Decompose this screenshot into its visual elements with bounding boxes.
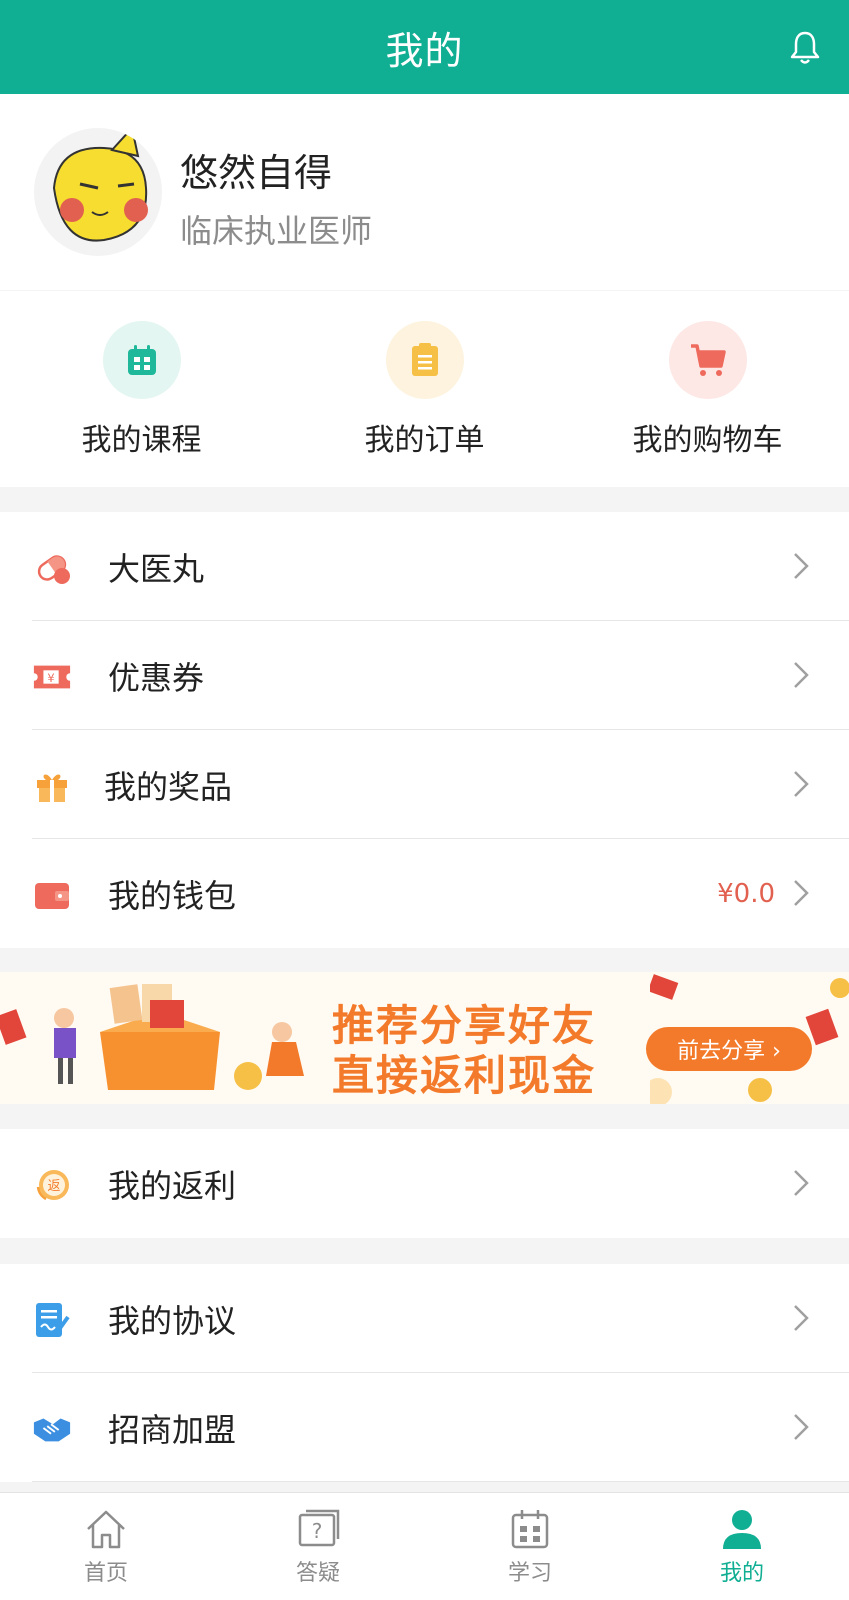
home-icon	[87, 1510, 125, 1549]
chevron-right-icon	[794, 1414, 809, 1440]
banner-subheadline: 直接返利现金	[332, 1051, 597, 1100]
user-name: 悠然自得	[180, 151, 333, 195]
menu-item-pills[interactable]: 大医丸	[0, 512, 849, 621]
chevron-right-icon	[794, 1170, 809, 1196]
clipboard-icon	[385, 321, 464, 399]
menu-item-label: 我的奖品	[104, 767, 233, 806]
menu-group-other: 我的协议 招商加盟	[0, 1264, 849, 1482]
question-icon: ?	[298, 1509, 340, 1547]
menu-group-assets: 大医丸 ¥ 优惠券 我的奖品 我的钱包 ¥0.0	[0, 512, 849, 948]
menu-item-agreement[interactable]: 我的协议	[0, 1264, 849, 1373]
menu-item-label: 我的钱包	[108, 876, 237, 915]
divider	[32, 1481, 849, 1482]
bell-icon[interactable]	[789, 30, 821, 66]
top-bar: 我的	[0, 0, 849, 94]
menu-item-rebate[interactable]: 返 我的返利	[0, 1129, 849, 1238]
cart-icon	[668, 321, 747, 399]
tab-qa[interactable]: ? 答疑	[212, 1493, 424, 1600]
calendar-icon	[102, 321, 181, 399]
my-orders-button[interactable]: 我的订单	[283, 321, 566, 471]
tab-label: 我的	[719, 1561, 764, 1586]
my-cart-label: 我的购物车	[632, 423, 783, 458]
tab-home[interactable]: 首页	[0, 1493, 212, 1600]
pill-icon	[32, 548, 72, 588]
my-courses-button[interactable]: 我的课程	[0, 321, 283, 471]
avatar[interactable]	[34, 128, 162, 256]
svg-text:¥: ¥	[47, 671, 54, 685]
tab-mine[interactable]: 我的	[636, 1493, 848, 1600]
wallet-balance: ¥0.0	[717, 878, 775, 909]
menu-item-label: 我的返利	[108, 1166, 237, 1205]
menu-item-franchise[interactable]: 招商加盟	[0, 1373, 849, 1482]
wallet-icon	[32, 875, 72, 915]
menu-item-prizes[interactable]: 我的奖品	[0, 730, 849, 839]
handshake-icon	[32, 1409, 72, 1449]
gift-icon	[32, 766, 72, 806]
menu-item-label: 我的协议	[108, 1301, 237, 1340]
chevron-right-icon	[794, 1305, 809, 1331]
profile-card[interactable]: 悠然自得 临床执业医师	[0, 94, 849, 290]
my-orders-label: 我的订单	[364, 423, 485, 458]
agreement-icon	[32, 1300, 72, 1340]
menu-item-wallet[interactable]: 我的钱包 ¥0.0	[0, 839, 849, 948]
svg-text:返: 返	[47, 1179, 60, 1194]
person-icon	[723, 1510, 761, 1549]
user-role: 临床执业医师	[180, 212, 373, 250]
my-courses-label: 我的课程	[81, 423, 202, 458]
menu-item-label: 招商加盟	[108, 1410, 237, 1449]
tab-label: 答疑	[295, 1561, 340, 1586]
svg-text:?: ?	[312, 1519, 323, 1543]
menu-item-label: 优惠券	[108, 658, 205, 697]
chevron-right-icon	[794, 771, 809, 797]
share-now-button[interactable]: 前去分享 ›	[646, 1027, 812, 1071]
quick-actions: 我的课程 我的订单 我的购物车	[0, 291, 849, 487]
tab-study[interactable]: 学习	[424, 1493, 636, 1600]
menu-item-coupons[interactable]: ¥ 优惠券	[0, 621, 849, 730]
rebate-icon: 返	[32, 1165, 72, 1205]
menu-item-label: 大医丸	[108, 549, 205, 588]
page-title: 我的	[385, 28, 464, 73]
coupon-icon: ¥	[32, 657, 72, 697]
menu-group-rebate: 返 我的返利	[0, 1129, 849, 1238]
my-cart-button[interactable]: 我的购物车	[566, 321, 849, 471]
banner-illustration	[0, 984, 304, 1090]
tab-label: 首页	[83, 1561, 128, 1586]
tab-label: 学习	[507, 1561, 552, 1586]
chevron-right-icon	[794, 553, 809, 579]
calendar-icon	[511, 1510, 549, 1549]
chevron-right-icon	[794, 880, 809, 906]
chevron-right-icon	[794, 662, 809, 688]
bottom-tab-bar: 首页 ? 答疑 学习 我的	[0, 1492, 849, 1600]
